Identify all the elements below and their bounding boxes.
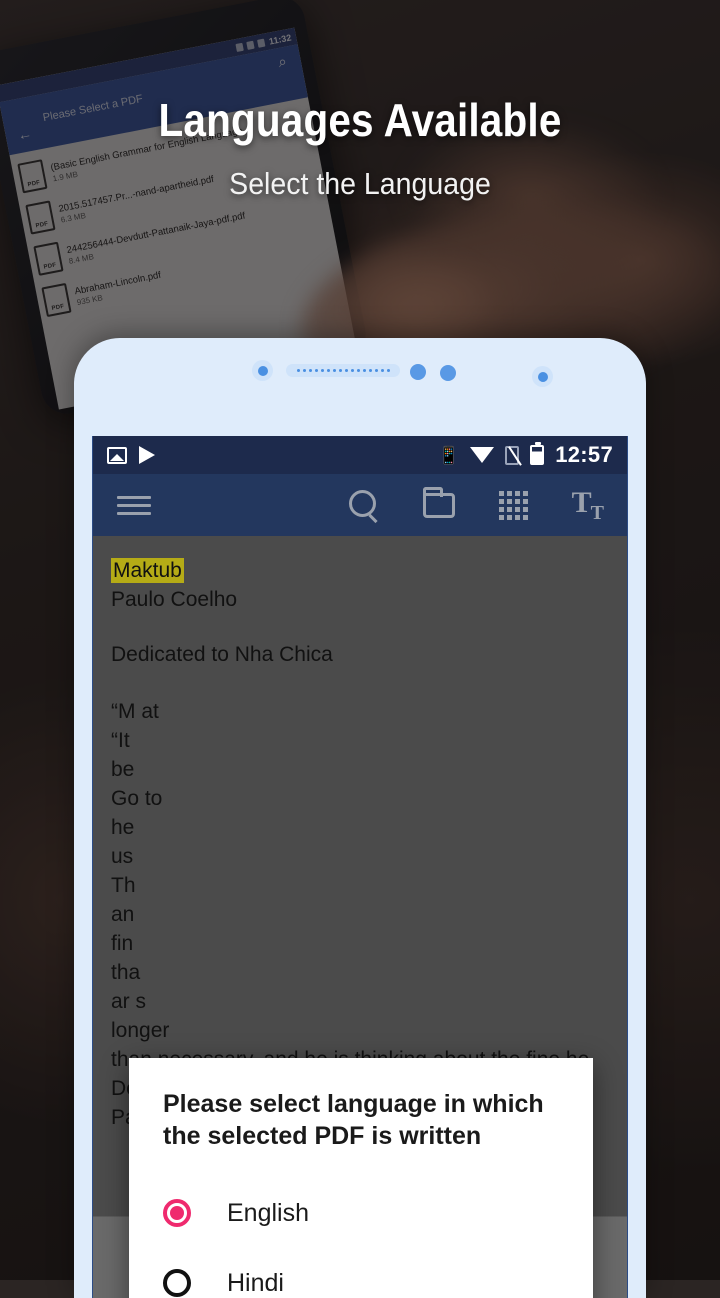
language-dialog: Please select language in which the sele…	[129, 1058, 593, 1298]
device-screen: 📱 12:57 TT Maktub P	[92, 436, 628, 1298]
language-option-list: English Hindi	[163, 1178, 559, 1298]
promo-heading: Languages Available	[43, 96, 677, 144]
radio-button-hindi[interactable]	[163, 1269, 191, 1297]
language-option-label: Hindi	[227, 1269, 284, 1298]
light-sensor-icon	[440, 365, 456, 381]
radio-button-english[interactable]	[163, 1199, 191, 1227]
proximity-sensor-icon	[410, 364, 426, 380]
language-option-hindi[interactable]: Hindi	[163, 1248, 559, 1298]
promo-subheading: Select the Language	[29, 166, 691, 202]
language-option-english[interactable]: English	[163, 1178, 559, 1248]
language-option-label: English	[227, 1199, 309, 1228]
device-frame: 📱 12:57 TT Maktub P	[74, 338, 646, 1298]
secondary-camera-icon	[532, 366, 553, 387]
device-bezel-top	[74, 338, 646, 406]
earpiece-speaker	[286, 364, 400, 377]
front-camera-icon	[252, 360, 273, 381]
dialog-title: Please select language in which the sele…	[163, 1088, 559, 1152]
promo-headings: Languages Available Select the Language	[0, 96, 720, 202]
